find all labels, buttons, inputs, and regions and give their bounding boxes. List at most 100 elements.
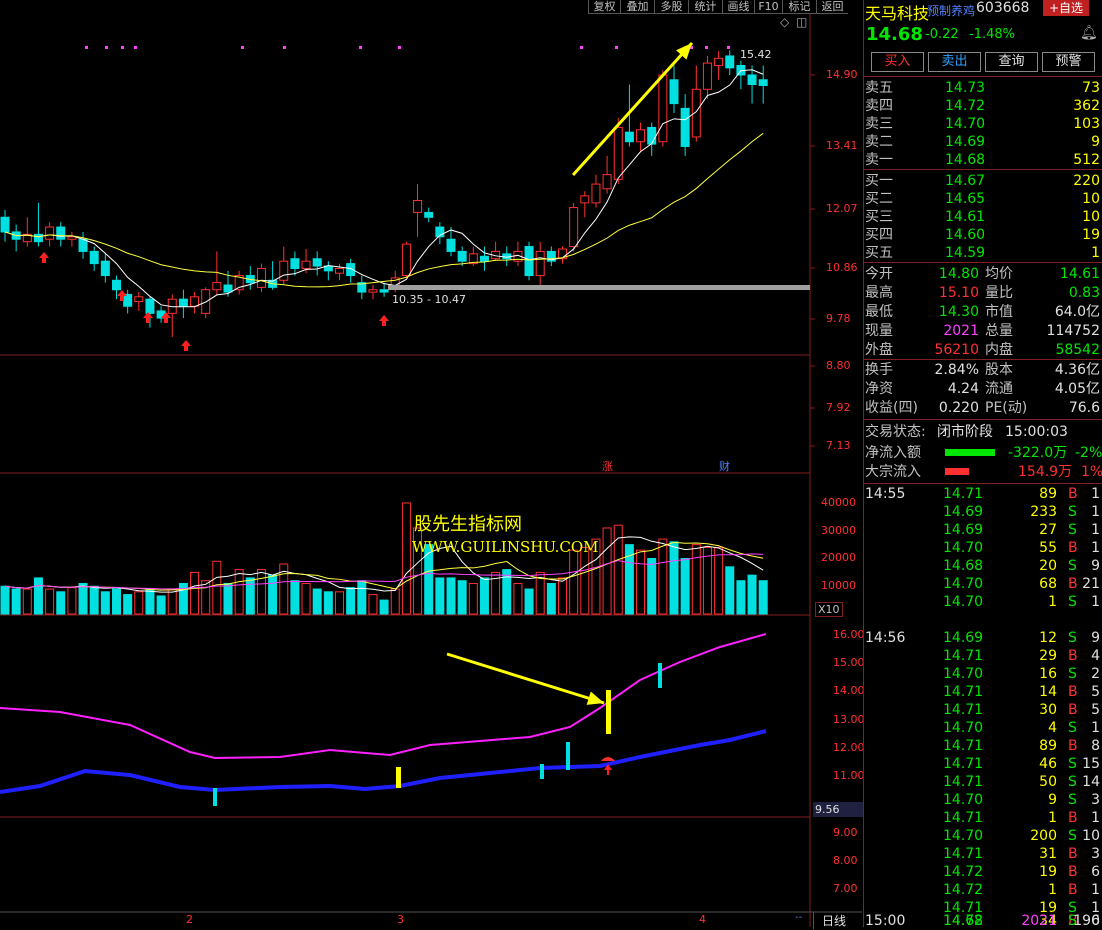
volume-axis-label: 30000 <box>821 524 856 537</box>
tick-price: 14.70 <box>943 666 984 682</box>
bid-row[interactable]: 买五 14.59 1 <box>863 244 1102 262</box>
tick-side: B <box>1068 846 1078 862</box>
stat-label: 最低 <box>865 304 893 320</box>
stat-row: 最低 14.30 市值 64.0亿 <box>863 303 1102 321</box>
bid-row[interactable]: 买二 14.65 10 <box>863 190 1102 208</box>
fundamental-label: 股本 <box>985 362 1013 378</box>
tick-volume: 50 <box>1039 774 1057 790</box>
buy-button[interactable]: 买入 <box>871 52 924 72</box>
query-button[interactable]: 查询 <box>985 52 1038 72</box>
tick-price: 14.69 <box>943 504 984 520</box>
toolbar-button-7[interactable]: 返回 <box>816 0 848 14</box>
alert-button[interactable]: 预警 <box>1042 52 1095 72</box>
trade-status-row: 交易状态: 闭市阶段 15:00:03 <box>865 424 1068 440</box>
indicator-axis-label: 7.00 <box>833 882 858 895</box>
tick-side: B <box>1068 486 1078 502</box>
event-tag-limit-up[interactable]: 涨 <box>602 458 613 474</box>
tick-side: S <box>1068 594 1077 610</box>
bid-row[interactable]: 买三 14.61 10 <box>863 208 1102 226</box>
toolbar-button-1[interactable]: 叠加 <box>620 0 654 14</box>
tick-volume: 1 <box>1048 594 1057 610</box>
tick-row: 14.70 9 S 3 <box>863 791 1102 809</box>
fundamental-label: 收益(四) <box>865 400 918 416</box>
tick-price: 14.72 <box>943 864 984 880</box>
ask-volume: 362 <box>1073 98 1100 114</box>
bid-price: 14.67 <box>945 173 986 189</box>
tick-row: 14.71 1 B 1 <box>863 809 1102 827</box>
stock-tag[interactable]: 预制养鸡 <box>927 2 975 19</box>
ask-label: 卖四 <box>865 98 893 114</box>
ask-row[interactable]: 卖五 14.73 73 <box>863 79 1102 97</box>
bid-label: 买一 <box>865 173 893 189</box>
ask-row[interactable]: 卖四 14.72 362 <box>863 97 1102 115</box>
toolbar-button-6[interactable]: 标记 <box>782 0 816 14</box>
event-tag-finance[interactable]: 财 <box>719 458 730 474</box>
tick-count: 14 <box>1082 774 1100 790</box>
tick-volume: 4 <box>1048 720 1057 736</box>
chart-area[interactable] <box>0 0 862 927</box>
bid-price: 14.60 <box>945 227 986 243</box>
fundamental-value: 0.220 <box>938 400 979 416</box>
tick-row: 15:00 14.68 2021 S 190 <box>863 912 1102 930</box>
ask-price: 14.72 <box>945 98 986 114</box>
tick-count: 1 <box>1091 882 1100 898</box>
tick-side: S <box>1068 792 1077 808</box>
tick-row: 14.72 19 B 6 <box>863 863 1102 881</box>
fundamental-row: 换手 2.84% 股本 4.36亿 <box>863 361 1102 379</box>
stat-label: 市值 <box>985 304 1013 320</box>
fundamental-value: 4.05亿 <box>1054 381 1100 397</box>
toolbar-button-3[interactable]: 统计 <box>688 0 722 14</box>
tick-side: S <box>1068 522 1077 538</box>
ask-row[interactable]: 卖一 14.68 512 <box>863 151 1102 169</box>
toolbar-button-0[interactable]: 复权 <box>588 0 620 14</box>
ask-row[interactable]: 卖二 14.69 9 <box>863 133 1102 151</box>
bell-icon[interactable]: 🔔︎ <box>1080 25 1098 41</box>
volume-axis-label: 40000 <box>821 496 856 509</box>
tick-row: 14.70 1 S 1 <box>863 593 1102 611</box>
stat-value: 114752 <box>1046 323 1100 339</box>
ask-row[interactable]: 卖三 14.70 103 <box>863 115 1102 133</box>
diamond-icon[interactable]: ◇ <box>780 15 789 29</box>
watermark-title: 股先生指标网 <box>414 514 522 535</box>
fundamental-value: 4.24 <box>947 381 979 397</box>
bid-price: 14.65 <box>945 191 986 207</box>
stat-value: 64.0亿 <box>1054 304 1100 320</box>
tick-side: S <box>1068 666 1077 682</box>
price-change: -0.22 <box>925 27 959 42</box>
tick-side: B <box>1068 648 1078 664</box>
tick-price: 14.71 <box>943 756 984 772</box>
tick-side: B <box>1068 864 1078 880</box>
add-watchlist-button[interactable]: +自选 <box>1043 0 1089 16</box>
fundamental-row: 净资 4.24 流通 4.05亿 <box>863 380 1102 398</box>
tick-side: S <box>1068 774 1077 790</box>
bid-volume: 19 <box>1082 227 1100 243</box>
price-axis-label: 7.13 <box>826 439 851 452</box>
stat-value: 14.30 <box>938 304 979 320</box>
tick-row: 14.70 16 S 2 <box>863 665 1102 683</box>
toolbar-button-2[interactable]: 多股 <box>654 0 688 14</box>
tick-count: 8 <box>1091 738 1100 754</box>
tick-count: 1 <box>1091 594 1100 610</box>
scroll-handle[interactable]: -- <box>795 912 802 923</box>
tick-price: 14.71 <box>943 486 984 502</box>
net-inflow-bar <box>945 449 995 456</box>
stat-value: 14.61 <box>1059 266 1100 282</box>
stat-row: 外盘 56210 内盘 58542 <box>863 341 1102 359</box>
tick-volume: 89 <box>1039 486 1057 502</box>
bid-volume: 1 <box>1091 245 1100 261</box>
tick-volume: 31 <box>1039 846 1057 862</box>
window-icon[interactable]: ◫ <box>796 15 807 29</box>
indicator-axis-label: 12.00 <box>833 741 865 754</box>
period-selector[interactable]: 日线 <box>813 912 862 929</box>
bid-row[interactable]: 买四 14.60 19 <box>863 226 1102 244</box>
stat-label: 内盘 <box>985 342 1013 358</box>
tick-row: 14:56 14.69 12 S 9 <box>863 629 1102 647</box>
tick-price: 14.69 <box>943 522 984 538</box>
tick-count: 1 <box>1091 504 1100 520</box>
toolbar-button-4[interactable]: 画线 <box>722 0 754 14</box>
toolbar-button-5[interactable]: F10 <box>754 0 782 14</box>
tick-side: B <box>1068 684 1078 700</box>
sell-button[interactable]: 卖出 <box>928 52 981 72</box>
bid-row[interactable]: 买一 14.67 220 <box>863 172 1102 190</box>
tick-row: 14.70 200 S 10 <box>863 827 1102 845</box>
